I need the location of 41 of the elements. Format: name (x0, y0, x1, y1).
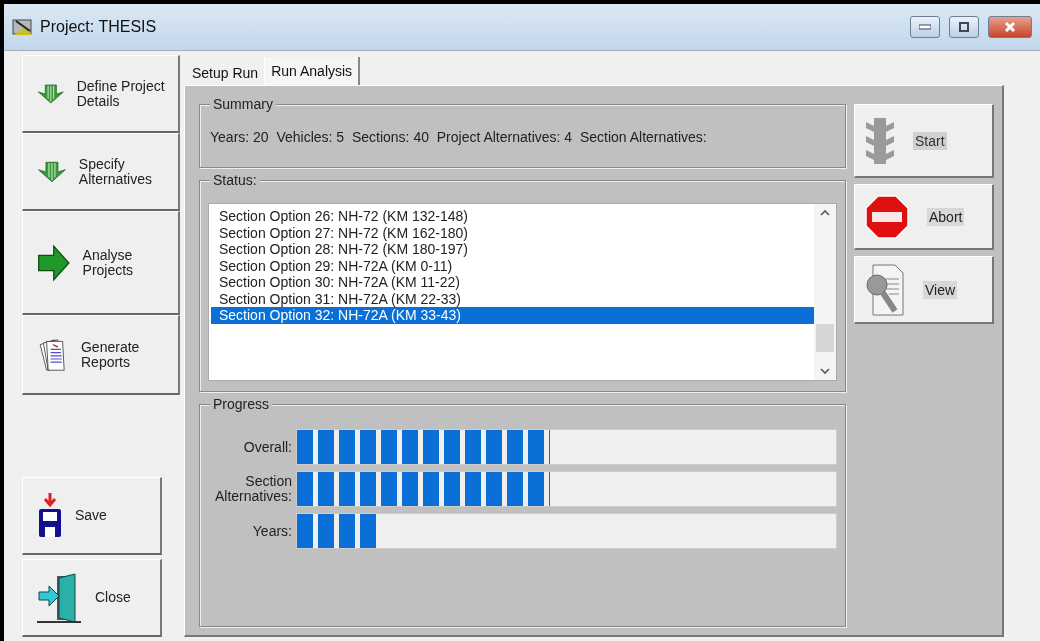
app-icon (12, 17, 34, 37)
window-title: Project: THESIS (40, 18, 158, 36)
list-item[interactable]: Section Option 26: NH-72 (KM 132-148) (211, 208, 814, 225)
scrollbar[interactable] (814, 204, 836, 380)
close-button[interactable] (988, 16, 1032, 38)
close-window-button[interactable]: Close (22, 559, 162, 637)
group-title: Progress (210, 396, 273, 412)
tab[interactable]: Setup Run (186, 61, 265, 85)
progress-label: Overall: (242, 439, 292, 455)
sidebar-button[interactable]: Analyse Projects (22, 211, 180, 315)
progress-label: Years: (251, 523, 292, 539)
scroll-up-icon[interactable] (820, 210, 830, 216)
save-button[interactable]: Save (22, 477, 162, 555)
progress-label: Section Alternatives: (213, 474, 292, 504)
document-magnifier-icon (865, 262, 905, 317)
sidebar-button[interactable]: Define Project Details (22, 55, 180, 133)
list-item[interactable]: Section Option 31: NH-72A (KM 22-33) (211, 290, 814, 307)
list-item[interactable]: Section Option 27: NH-72 (KM 162-180) (211, 224, 814, 241)
action-button[interactable]: Abort (854, 184, 994, 250)
scroll-down-icon[interactable] (820, 368, 830, 374)
minimize-icon (919, 24, 931, 30)
stop-sign-icon (865, 194, 909, 239)
save-disk-icon (37, 492, 63, 539)
sidebar-button[interactable]: Generate Reports (22, 315, 180, 395)
group-title: Status: (210, 172, 260, 188)
close-icon (1004, 21, 1016, 33)
list-item[interactable]: Section Option 29: NH-72A (KM 0-11) (211, 257, 814, 274)
sidebar-button[interactable]: Specify Alternatives (22, 133, 180, 211)
minimize-button[interactable] (910, 16, 940, 38)
tab[interactable]: Run Analysis (264, 57, 361, 85)
scroll-thumb[interactable] (816, 324, 834, 352)
list-item[interactable]: Section Option 32: NH-72A (KM 33-43) (211, 307, 814, 324)
summary-text: Years: 20 Vehicles: 5 Sections: 40 Project Alternatives: 4 Section Alternatives: (209, 128, 708, 147)
list-item[interactable]: Section Option 30: NH-72A (KM 11-22) (211, 274, 814, 291)
maximize-icon (959, 22, 969, 32)
exit-door-icon (37, 571, 83, 624)
traffic-light-icon (865, 115, 895, 166)
list-item[interactable]: Section Option 28: NH-72 (KM 180-197) (211, 241, 814, 258)
action-button[interactable]: View (854, 256, 994, 324)
maximize-button[interactable] (949, 16, 979, 38)
group-title: Summary (210, 96, 276, 112)
